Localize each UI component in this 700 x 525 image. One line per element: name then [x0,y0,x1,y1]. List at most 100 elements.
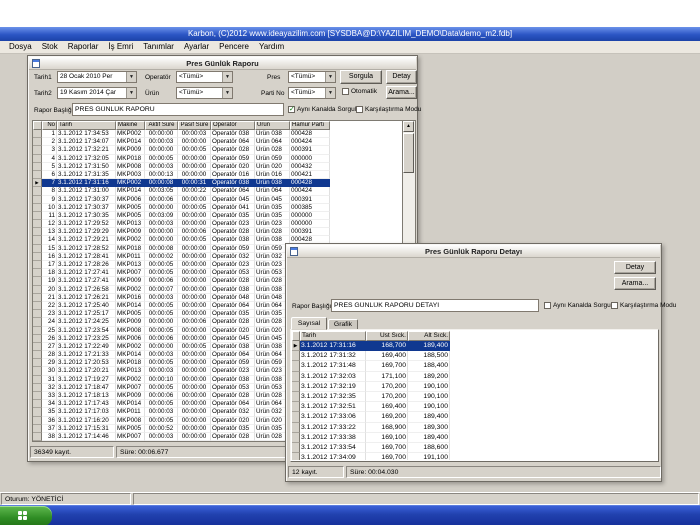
cell[interactable]: 169,700 [366,443,408,453]
cell[interactable]: 3.1.2012 17:30:37 [57,204,116,212]
cell[interactable]: 7 [42,179,57,187]
cell[interactable]: 34 [42,400,57,408]
cell[interactable]: Ürün 028 [255,228,290,236]
tarih2-date-picker[interactable]: 19 Kasım 2014 Çar ▼ [57,87,137,99]
cell[interactable]: Operatör 035 [211,212,255,220]
cell[interactable]: 3.1.2012 17:33:38 [300,433,366,443]
cell[interactable]: 3.1.2012 17:29:29 [57,228,116,236]
table-row[interactable]: 3.1.2012 17:31:48169,700188,400 [292,361,454,371]
cell[interactable]: MKP007 [116,433,145,441]
cell[interactable]: MKP005 [116,212,145,220]
app-titlebar[interactable]: Karbon, (C)2012 www.ideayazilim.com [SYS… [0,27,700,41]
cell[interactable]: MKP006 [116,335,145,343]
tab-sayisal[interactable]: Sayısal [291,317,327,330]
cell[interactable]: 3.1.2012 17:27:41 [57,269,116,277]
cell[interactable]: Operatör 020 [211,417,255,425]
cell[interactable]: Operatör 045 [211,196,255,204]
cell[interactable]: 191,100 [408,453,450,460]
cell[interactable]: 14 [42,236,57,244]
cell[interactable]: Ürün 038 [255,179,290,187]
cell[interactable]: MKP018 [116,359,145,367]
cell[interactable]: Ürün 045 [255,196,290,204]
cell[interactable]: Operatör 028 [211,277,255,285]
cell[interactable]: 00:03:09 [145,212,178,220]
arama-button[interactable]: Arama... [386,86,417,99]
cell[interactable]: 3.1.2012 17:31:00 [57,187,116,195]
cell[interactable]: 00:00:00 [178,212,211,220]
table-row[interactable]: 103.1.2012 17:30:37MKP00500:00:0000:00:0… [33,204,402,212]
cell[interactable]: 3.1.2012 17:31:50 [57,163,116,171]
cell[interactable]: 00:00:05 [145,310,178,318]
table-row[interactable]: 3.1.2012 17:33:22168,900189,300 [292,423,454,433]
cell[interactable]: 00:00:06 [145,392,178,400]
cell[interactable]: 00:00:00 [178,392,211,400]
table-row[interactable]: 3.1.2012 17:33:06169,200189,400 [292,412,454,422]
cell[interactable]: 3.1.2012 17:29:52 [57,220,116,228]
cell[interactable]: Operatör 064 [211,400,255,408]
cell[interactable]: 27 [42,343,57,351]
cell[interactable]: Operatör 038 [211,130,255,138]
table-row[interactable]: 3.1.2012 17:33:38169,100189,400 [292,433,454,443]
detail-arama-button[interactable]: Arama... [614,277,656,290]
cell[interactable]: 3.1.2012 17:30:35 [57,212,116,220]
cell[interactable]: 3.1.2012 17:32:35 [300,392,366,402]
cell[interactable]: 00:00:00 [178,261,211,269]
cell[interactable]: 3.1.2012 17:14:46 [57,433,116,441]
cell[interactable]: MKP007 [116,269,145,277]
cell[interactable]: MKP018 [116,155,145,163]
cell[interactable]: Operatör 059 [211,155,255,163]
cell[interactable]: 00:00:08 [145,179,178,187]
cell[interactable]: 189,400 [408,412,450,422]
sorgula-button[interactable]: Sorgula [340,70,382,84]
cell[interactable]: Operatör 053 [211,269,255,277]
cell[interactable]: 00:00:10 [145,376,178,384]
cell[interactable]: 3.1.2012 17:17:03 [57,408,116,416]
cell[interactable]: 00:00:06 [145,335,178,343]
cell[interactable]: 3.1.2012 17:25:17 [57,310,116,318]
cell[interactable]: 169,400 [366,402,408,412]
cell[interactable]: 23 [42,310,57,318]
cell[interactable]: 00:00:00 [178,220,211,228]
cell[interactable]: Operatör 023 [211,220,255,228]
cell[interactable]: Ürün 038 [255,130,290,138]
cell[interactable]: 3.1.2012 17:22:49 [57,343,116,351]
cell[interactable]: 169,700 [366,361,408,371]
cell[interactable]: 17 [42,261,57,269]
cell[interactable]: 3.1.2012 17:17:43 [57,400,116,408]
ayni-kanalda-checkbox[interactable]: Aynı Kanalda Sorgula [288,106,360,113]
rapor-basligi-input[interactable] [72,103,284,116]
urun-select[interactable]: <Tümü> ▼ [176,87,233,99]
cell[interactable]: 3.1.2012 17:28:41 [57,253,116,261]
cell[interactable]: Ürün 035 [255,204,290,212]
cell[interactable]: MKP008 [116,327,145,335]
menu-tanimlar[interactable]: Tanımlar [138,41,179,53]
karsilastirma-checkbox[interactable]: Karşılaştırma Modu [356,106,421,113]
cell[interactable]: 3.1.2012 17:26:58 [57,286,116,294]
cell[interactable]: 00:00:05 [145,400,178,408]
cell[interactable]: 00:00:00 [178,155,211,163]
cell[interactable]: 18 [42,269,57,277]
cell[interactable]: 169,100 [366,433,408,443]
cell[interactable]: 00:00:00 [178,294,211,302]
cell[interactable]: Operatör 028 [211,228,255,236]
cell[interactable]: 00:00:03 [145,138,178,146]
cell[interactable]: 000391 [290,146,330,154]
table-row[interactable]: 13.1.2012 17:34:53MKP00200:00:0000:00:03… [33,130,402,138]
cell[interactable]: 11 [42,212,57,220]
cell[interactable]: 00:00:00 [178,408,211,416]
cell[interactable]: 00:00:00 [178,245,211,253]
main-window-titlebar[interactable]: Pres Günlük Raporu [29,57,416,70]
cell[interactable]: 169,700 [366,453,408,460]
cell[interactable]: Ürün 028 [255,146,290,154]
cell[interactable]: 3.1.2012 17:15:31 [57,425,116,433]
cell[interactable]: 00:00:00 [178,302,211,310]
cell[interactable]: Ürün 016 [255,171,290,179]
operator-select[interactable]: <Tümü> ▼ [176,71,233,83]
cell[interactable]: 00:00:13 [145,171,178,179]
cell[interactable]: MKP014 [116,351,145,359]
cell[interactable]: MKP002 [116,179,145,187]
cell[interactable]: 00:00:00 [178,277,211,285]
cell[interactable]: 16 [42,253,57,261]
cell[interactable]: 00:00:00 [145,204,178,212]
cell[interactable]: MKP018 [116,245,145,253]
